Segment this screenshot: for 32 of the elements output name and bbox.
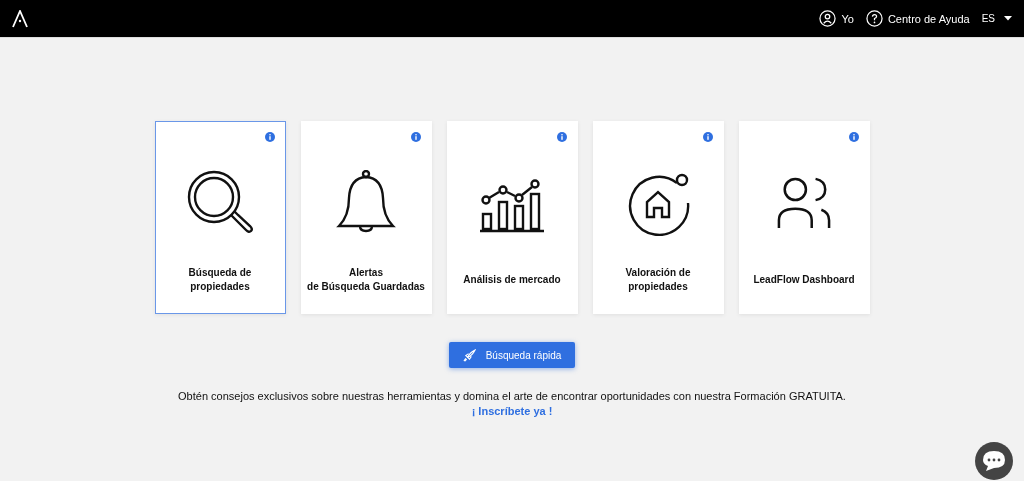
- tool-card[interactable]: Análisis de mercado: [446, 121, 578, 314]
- user-icon: [819, 10, 837, 27]
- tool-card[interactable]: Búsqueda de propiedades: [154, 121, 286, 314]
- promo-text: Obtén consejos exclusivos sobre nuestras herramientas y domina el arte de encontrar oportunidades con nuestra Formación GRATUITA.: [178, 390, 846, 402]
- card-label: Valoración de propiedades: [625, 266, 691, 294]
- info-icon[interactable]: [848, 132, 859, 142]
- info-icon[interactable]: [702, 132, 713, 142]
- language-dropdown[interactable]: ES: [981, 13, 1012, 24]
- help-icon: [865, 10, 883, 27]
- card-label: Búsqueda de propiedades: [188, 266, 252, 294]
- quick-search-button[interactable]: Búsqueda rápida: [448, 342, 576, 368]
- user-label: Yo: [841, 12, 854, 25]
- info-icon[interactable]: [556, 132, 567, 142]
- help-link[interactable]: Centro de Ayuda: [865, 10, 970, 27]
- tool-card[interactable]: LeadFlow Dashboard: [738, 121, 870, 314]
- user-link[interactable]: Yo: [819, 10, 854, 27]
- card-label: Alertas de Búsqueda Guardadas: [307, 266, 425, 294]
- chat-icon: [982, 450, 1006, 472]
- card-label: LeadFlow Dashboard: [753, 273, 855, 287]
- logo-icon[interactable]: [12, 9, 28, 28]
- card-label: Análisis de mercado: [463, 273, 561, 287]
- chat-button[interactable]: [975, 442, 1013, 480]
- tool-card[interactable]: Valoración de propiedades: [592, 121, 724, 314]
- help-label: Centro de Ayuda: [887, 12, 970, 25]
- info-icon[interactable]: [410, 132, 421, 142]
- magnifier-icon: [187, 170, 253, 236]
- tool-card[interactable]: Alertas de Búsqueda Guardadas: [300, 121, 432, 314]
- signup-link[interactable]: ¡ Inscríbete ya !: [471, 405, 553, 417]
- info-icon[interactable]: [264, 132, 275, 142]
- people-icon: [777, 176, 831, 230]
- caret-icon: [1004, 16, 1012, 21]
- rocket-icon: [462, 348, 476, 362]
